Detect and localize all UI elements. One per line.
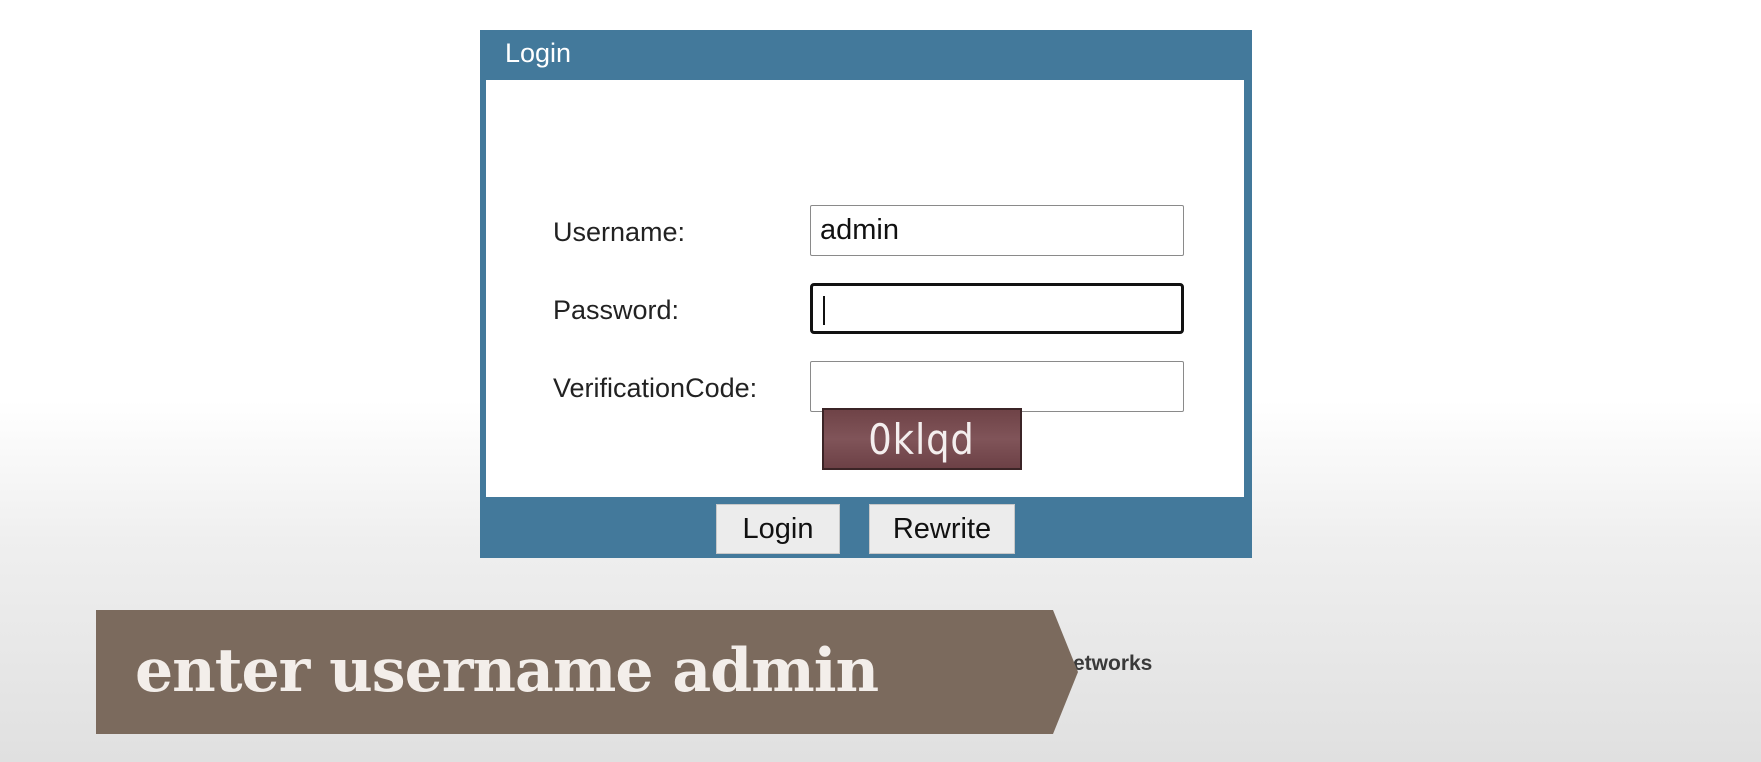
username-label: Username: — [553, 217, 686, 247]
verification-row: VerificationCode: — [486, 361, 1244, 413]
username-row: Username: — [486, 205, 1244, 257]
rewrite-button[interactable]: Rewrite — [869, 504, 1015, 554]
verification-code-label: VerificationCode: — [553, 373, 758, 403]
panel-title: Login — [505, 38, 572, 68]
password-input[interactable] — [810, 283, 1184, 334]
login-button[interactable]: Login — [716, 504, 840, 554]
verification-code-input[interactable] — [810, 361, 1184, 412]
captcha-text: 0klqd — [868, 414, 976, 464]
login-panel: Login Username: Password: VerificationCo… — [480, 30, 1252, 558]
caption-text: enter username admin — [135, 636, 879, 706]
background-brand-text: etworks — [1073, 652, 1153, 675]
captcha-image[interactable]: 0klqd — [822, 408, 1022, 470]
username-input[interactable] — [810, 205, 1184, 256]
password-label: Password: — [553, 295, 680, 325]
login-form: Username: Password: VerificationCode: 0k… — [486, 80, 1244, 497]
password-row: Password: — [486, 283, 1244, 335]
text-caret — [823, 296, 825, 325]
caption-banner: enter username admin — [96, 610, 1078, 734]
